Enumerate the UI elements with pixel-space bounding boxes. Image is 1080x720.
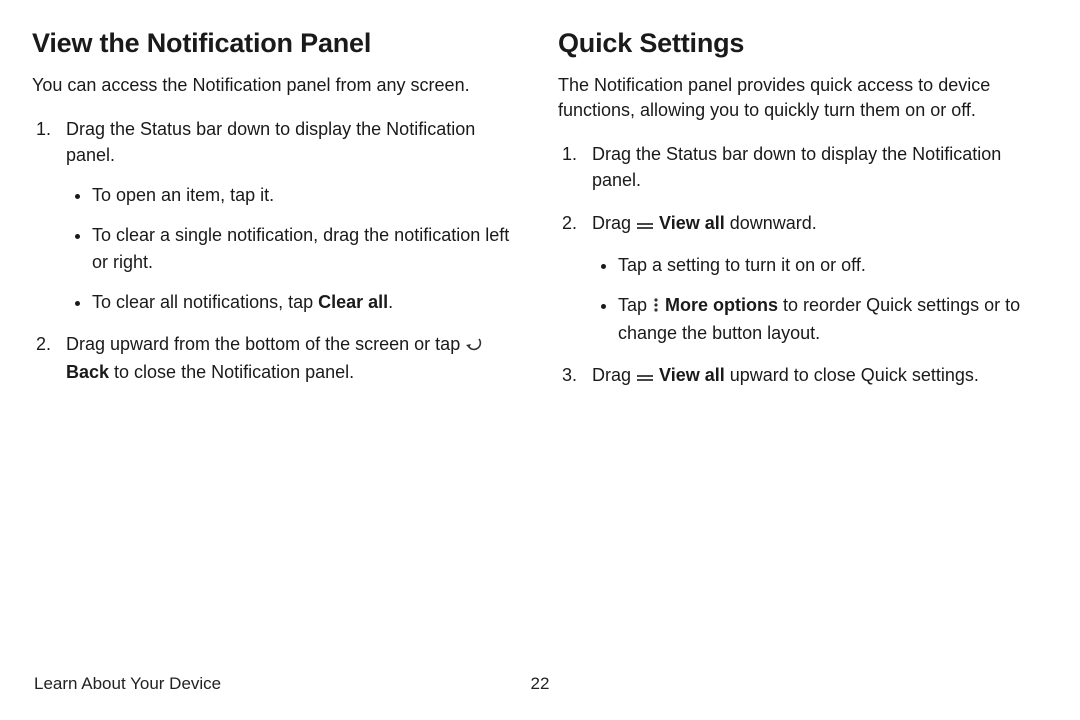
bullet-text: To open an item, tap it. — [92, 185, 274, 205]
bullet-text: Tap a setting to turn it on or off. — [618, 255, 866, 275]
step-text: upward to close Quick settings. — [725, 365, 979, 385]
list-item: To clear all notifications, tap Clear al… — [92, 289, 522, 315]
bullet-text: To clear all notifications, tap — [92, 292, 318, 312]
intro-left: You can access the Notification panel fr… — [32, 73, 522, 98]
content-columns: View the Notification Panel You can acce… — [32, 28, 1048, 406]
list-item: Drag View all downward. Tap a setting to… — [582, 210, 1048, 346]
back-icon — [465, 333, 485, 359]
heading-view-notification-panel: View the Notification Panel — [32, 28, 522, 59]
bullet-text: To clear a single notification, drag the… — [92, 225, 509, 271]
step-text: Drag upward from the bottom of the scree… — [66, 334, 465, 354]
list-item: Drag upward from the bottom of the scree… — [56, 331, 522, 385]
more-options-icon — [652, 294, 660, 320]
list-item: Drag the Status bar down to display the … — [582, 141, 1048, 193]
heading-quick-settings: Quick Settings — [558, 28, 1048, 59]
view-all-icon — [636, 364, 654, 390]
intro-right: The Notification panel provides quick ac… — [558, 73, 1048, 123]
step-text: downward. — [725, 213, 817, 233]
footer-page-number: 22 — [531, 674, 550, 694]
footer-section: Learn About Your Device — [34, 674, 221, 693]
bullet-list-right: Tap a setting to turn it on or off. Tap … — [592, 252, 1048, 346]
page-footer: Learn About Your Device 22 — [34, 674, 1046, 694]
step-text: Drag the Status bar down to display the … — [592, 144, 1001, 190]
list-item: Tap More options to reorder Quick settin… — [618, 292, 1048, 346]
step-text: Drag the Status bar down to display the … — [66, 119, 475, 165]
view-all-icon — [636, 212, 654, 238]
list-item: Drag View all upward to close Quick sett… — [582, 362, 1048, 390]
bullet-text: Tap — [618, 295, 652, 315]
step-text: to close the Notification panel. — [109, 362, 354, 382]
list-item: To clear a single notification, drag the… — [92, 222, 522, 274]
step-text: Drag — [592, 213, 636, 233]
bold-text: View all — [654, 365, 725, 385]
bold-text: View all — [654, 213, 725, 233]
bold-text: Back — [66, 362, 109, 382]
list-item: To open an item, tap it. — [92, 182, 522, 208]
right-column: Quick Settings The Notification panel pr… — [558, 28, 1048, 406]
bullet-list-left: To open an item, tap it. To clear a sing… — [66, 182, 522, 314]
bullet-text: . — [388, 292, 393, 312]
list-item: Drag the Status bar down to display the … — [56, 116, 522, 315]
bold-text: More options — [660, 295, 778, 315]
ordered-list-left: Drag the Status bar down to display the … — [32, 116, 522, 385]
list-item: Tap a setting to turn it on or off. — [618, 252, 1048, 278]
ordered-list-right: Drag the Status bar down to display the … — [558, 141, 1048, 390]
left-column: View the Notification Panel You can acce… — [32, 28, 522, 406]
bold-text: Clear all — [318, 292, 388, 312]
step-text: Drag — [592, 365, 636, 385]
